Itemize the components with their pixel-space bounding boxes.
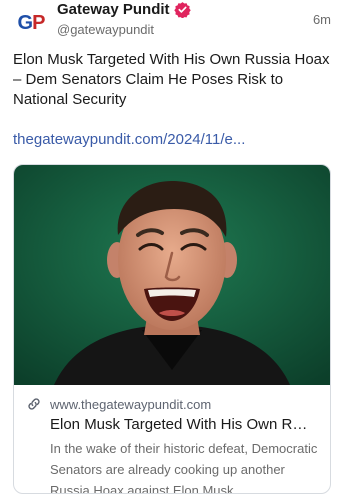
author-handle[interactable]: @gatewaypundit [57,22,154,37]
author-display-name[interactable]: Gateway Pundit [57,1,170,18]
avatar[interactable]: GP [12,4,50,42]
card-thumbnail-image[interactable] [14,165,330,385]
card-description: In the wake of their historic defeat, De… [50,441,318,494]
post-timestamp[interactable]: 6m [313,12,331,27]
link-icon [26,396,42,412]
post-link[interactable]: thegatewaypundit.com/2024/11/e... [13,130,333,150]
card-meta: www.thegatewaypundit.com Elon Musk Targe… [14,385,330,494]
post-text: Elon Musk Targeted With His Own Russia H… [13,51,330,108]
link-preview-card[interactable]: www.thegatewaypundit.com Elon Musk Targe… [13,164,331,494]
verified-badge-icon [173,1,191,19]
card-domain: www.thegatewaypundit.com [50,396,212,412]
author-name-row: Gateway Pundit [57,1,191,19]
post[interactable]: GP Gateway Pundit @gatewaypundit 6m Elon… [0,0,344,500]
card-domain-row: www.thegatewaypundit.com [26,395,318,413]
avatar-logo: GP [17,11,46,34]
card-title[interactable]: Elon Musk Targeted With His Own Ru... [50,415,310,435]
